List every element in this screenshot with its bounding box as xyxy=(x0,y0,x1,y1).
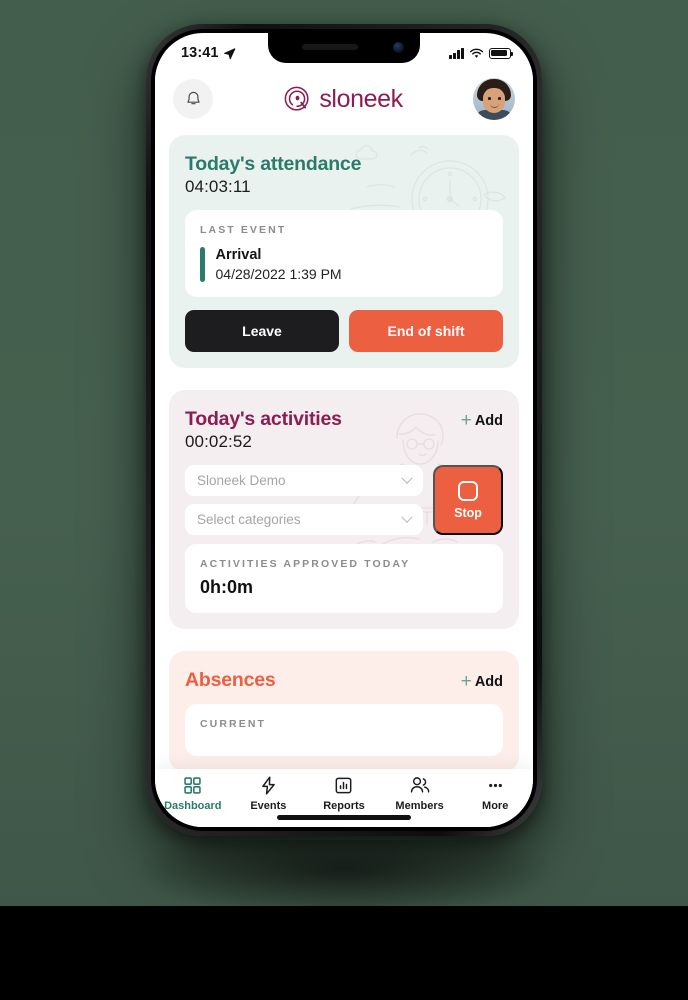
people-icon xyxy=(410,777,429,793)
tab-dashboard-label: Dashboard xyxy=(164,800,222,812)
phone-screen: 13:41 sloneek Today's attendance 04:03:1… xyxy=(155,33,533,827)
avatar-face xyxy=(483,88,505,113)
user-avatar[interactable] xyxy=(473,78,515,120)
sloneek-logo-text: sloneek xyxy=(319,84,403,113)
location-arrow-icon xyxy=(223,47,235,59)
leave-button[interactable]: Leave xyxy=(185,310,339,352)
absences-title: Absences xyxy=(185,669,276,691)
event-timestamp: 04/28/2022 1:39 PM xyxy=(215,266,342,282)
ellipsis-icon xyxy=(488,783,502,788)
tab-dashboard[interactable]: Dashboard xyxy=(155,775,231,812)
categories-select-value: Select categories xyxy=(197,512,301,527)
stop-square-icon xyxy=(458,480,478,501)
battery-icon xyxy=(489,47,513,59)
tab-more-label: More xyxy=(482,800,509,812)
tab-events-label: Events xyxy=(250,800,287,812)
notification-bell-button[interactable] xyxy=(173,79,213,119)
grid-squares-icon xyxy=(184,777,202,794)
event-name: Arrival xyxy=(215,247,262,263)
tab-members[interactable]: Members xyxy=(382,775,458,812)
add-activity-button[interactable]: + Add xyxy=(461,408,503,430)
activity-selects: Sloneek Demo Select categories xyxy=(185,465,423,535)
sloneek-logo-mark xyxy=(284,86,309,111)
plus-icon: + xyxy=(460,410,472,431)
absences-card: Absences + Add CURRENT xyxy=(169,651,519,769)
phone-device: 13:41 sloneek Today's attendance 04:03:1… xyxy=(146,24,542,836)
add-absence-label: Add xyxy=(474,673,503,690)
tab-events[interactable]: Events xyxy=(231,775,307,812)
status-bar-clock: 13:41 xyxy=(181,45,219,61)
activities-header: Today's activities 00:02:52 + Add xyxy=(185,408,503,452)
last-event-label: LAST EVENT xyxy=(200,224,287,236)
front-camera xyxy=(393,42,404,53)
stop-button[interactable]: Stop xyxy=(433,465,503,535)
chevron-down-icon xyxy=(401,472,413,484)
notification-bell-icon xyxy=(186,91,200,104)
bar-chart-icon xyxy=(336,777,352,794)
stop-button-label: Stop xyxy=(454,505,482,520)
app-header: sloneek xyxy=(155,67,533,131)
absences-header: Absences + Add xyxy=(185,669,503,692)
last-event-panel: LAST EVENT Arrival 04/28/2022 1:39 PM xyxy=(185,210,503,297)
add-activity-label: Add xyxy=(474,412,503,429)
tab-reports[interactable]: Reports xyxy=(306,775,382,812)
wifi-icon xyxy=(469,48,484,58)
sloneek-logo: sloneek xyxy=(283,84,403,114)
phone-drop-shadow xyxy=(0,840,688,1000)
tab-more[interactable]: More xyxy=(457,775,533,812)
activities-title: Today's activities xyxy=(185,408,342,430)
categories-select[interactable]: Select categories xyxy=(185,504,423,535)
status-bar-time-group: 13:41 xyxy=(181,45,236,61)
approved-activities-value: 0h:0m xyxy=(200,577,254,597)
approved-activities-label: ACTIVITIES APPROVED TODAY xyxy=(200,558,411,570)
avatar-eye-left xyxy=(488,97,491,100)
attendance-title: Today's attendance xyxy=(185,153,362,175)
attendance-timer: 04:03:11 xyxy=(185,177,251,196)
attendance-actions: Leave End of shift xyxy=(185,310,503,352)
current-absences-panel: CURRENT xyxy=(185,704,503,756)
current-absences-label: CURRENT xyxy=(200,718,267,730)
activities-card: Today's activities 00:02:52 + Add Slonee… xyxy=(169,390,519,629)
earpiece-speaker xyxy=(302,44,358,50)
avatar-eye-right xyxy=(498,97,501,100)
cellular-signal-icon xyxy=(449,47,464,59)
event-accent-bar xyxy=(200,247,205,282)
activities-timer: 00:02:52 xyxy=(185,432,252,451)
approved-activities-panel: ACTIVITIES APPROVED TODAY 0h:0m xyxy=(185,544,503,613)
home-indicator[interactable] xyxy=(277,815,411,820)
dashboard-content[interactable]: Today's attendance 04:03:11 LAST EVENT A… xyxy=(155,131,533,769)
add-absence-button[interactable]: + Add xyxy=(461,669,503,691)
chevron-down-icon xyxy=(401,511,413,523)
lightning-bolt-icon xyxy=(262,776,275,795)
activity-tracker-row: Sloneek Demo Select categories Stop xyxy=(185,465,503,535)
plus-icon: + xyxy=(460,671,472,692)
project-select[interactable]: Sloneek Demo xyxy=(185,465,423,496)
tab-reports-label: Reports xyxy=(323,800,365,812)
attendance-card: Today's attendance 04:03:11 LAST EVENT A… xyxy=(169,135,519,368)
last-event-row: Arrival 04/28/2022 1:39 PM xyxy=(200,247,488,282)
phone-bezel: 13:41 sloneek Today's attendance 04:03:1… xyxy=(151,29,537,831)
device-notch xyxy=(268,33,420,63)
project-select-value: Sloneek Demo xyxy=(197,473,286,488)
status-bar-indicators xyxy=(449,47,513,59)
end-of-shift-button[interactable]: End of shift xyxy=(349,310,503,352)
tab-members-label: Members xyxy=(395,800,444,812)
